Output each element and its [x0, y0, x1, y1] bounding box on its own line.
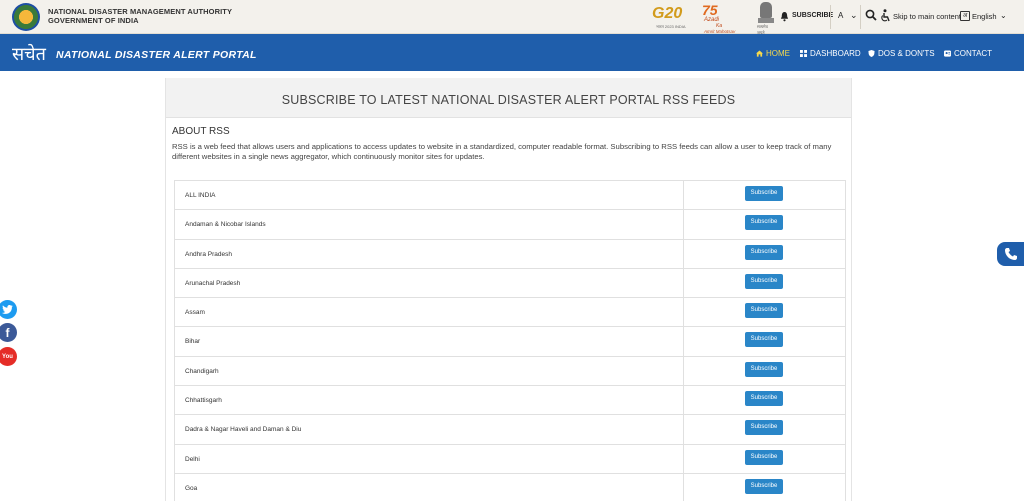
nav-dashboard-label: DASHBOARD	[810, 49, 861, 58]
column-divider	[683, 327, 684, 356]
table-row: Chhattisgarh Subscribe	[175, 386, 845, 416]
table-row: Goa Subscribe	[175, 473, 845, 501]
phone-icon	[1005, 248, 1017, 260]
subscribe-button[interactable]: Subscribe	[745, 186, 783, 201]
org-name-line1: NATIONAL DISASTER MANAGEMENT AUTHORITY	[48, 7, 233, 16]
nav-dashboard[interactable]: DASHBOARD	[800, 49, 861, 58]
ndma-logo[interactable]	[12, 3, 40, 31]
main-navbar: सचेत NATIONAL DISASTER ALERT PORTAL HOME…	[0, 34, 1024, 71]
grid-icon	[800, 50, 807, 57]
divider	[860, 5, 861, 29]
table-row: Arunachal Pradesh Subscribe	[175, 268, 845, 299]
azadi-number: 75	[702, 2, 718, 18]
feed-name: Goa	[185, 484, 198, 492]
nav-home-label: HOME	[766, 49, 790, 58]
feed-name: Arunachal Pradesh	[185, 279, 241, 287]
emblem-base	[758, 18, 774, 23]
main-content: SUBSCRIBE TO LATEST NATIONAL DISASTER AL…	[165, 78, 852, 501]
column-divider	[683, 415, 684, 444]
feed-name: Delhi	[185, 455, 200, 463]
shield-icon	[868, 50, 875, 57]
skip-to-main-content-link[interactable]: Skip to main content	[893, 12, 961, 21]
subscribe-button[interactable]: Subscribe	[745, 420, 783, 436]
subscribe-link[interactable]: SUBSCRIBE	[792, 12, 833, 19]
column-divider	[683, 239, 684, 268]
brand-hindi-logo[interactable]: सचेत	[12, 42, 46, 66]
feed-name: Assam	[185, 309, 205, 317]
facebook-icon[interactable]: f	[0, 323, 17, 342]
g20-subtext: भारत 2023 INDIA	[656, 24, 686, 29]
about-text: RSS is a web feed that allows users and …	[172, 142, 832, 161]
table-row: Dadra & Nagar Haveli and Daman & Diu Subs…	[175, 415, 845, 445]
font-size-toggle[interactable]: A	[838, 11, 843, 20]
subscribe-button[interactable]: Subscribe	[745, 244, 783, 260]
subscribe-button[interactable]: Subscribe	[745, 361, 783, 377]
azadi-text: Azadi Ka Amrit Mahotsav	[704, 17, 735, 35]
subscribe-button[interactable]: Subscribe	[745, 449, 783, 465]
table-row: Assam Subscribe	[175, 298, 845, 328]
brand-title[interactable]: NATIONAL DISASTER ALERT PORTAL	[56, 49, 257, 61]
contact-icon	[944, 50, 951, 57]
nav-dos-donts[interactable]: DOS & DON'TS	[868, 49, 935, 58]
org-name-line2: GOVERNMENT OF INDIA	[48, 16, 139, 25]
org-name[interactable]: NATIONAL DISASTER MANAGEMENT AUTHORITY G…	[48, 7, 232, 25]
twitter-bird-glyph	[2, 305, 13, 314]
column-divider	[683, 210, 684, 239]
home-icon	[756, 50, 763, 57]
about-heading: ABOUT RSS	[172, 126, 230, 137]
subscribe-button[interactable]: Subscribe	[745, 478, 783, 494]
feed-name: Bihar	[185, 338, 201, 346]
table-row: ALL INDIA Subscribe	[175, 181, 845, 211]
column-divider	[683, 356, 684, 386]
table-row: Chandigarh Subscribe	[175, 356, 845, 387]
subscribe-button[interactable]: Subscribe	[745, 303, 783, 319]
column-divider	[683, 444, 684, 473]
facebook-glyph: f	[5, 325, 10, 340]
nav-contact[interactable]: CONTACT	[944, 49, 992, 58]
twitter-icon[interactable]	[0, 300, 17, 319]
chevron-down-icon[interactable]: ⌄	[1000, 11, 1007, 20]
top-header: NATIONAL DISASTER MANAGEMENT AUTHORITY G…	[0, 0, 1024, 35]
nav-home[interactable]: HOME	[756, 49, 790, 58]
feed-name: Andhra Pradesh	[185, 250, 232, 258]
table-row: Andhra Pradesh Subscribe	[175, 239, 845, 269]
page-title-bar: SUBSCRIBE TO LATEST NATIONAL DISASTER AL…	[166, 78, 851, 118]
subscribe-button[interactable]: Subscribe	[745, 215, 783, 231]
column-divider	[683, 386, 684, 415]
helpline-phone-button[interactable]	[997, 242, 1024, 266]
subscribe-button[interactable]: Subscribe	[745, 273, 783, 289]
page-title: SUBSCRIBE TO LATEST NATIONAL DISASTER AL…	[281, 93, 736, 107]
column-divider	[683, 268, 684, 298]
table-row: Bihar Subscribe	[175, 327, 845, 357]
column-divider	[683, 298, 684, 327]
divider	[830, 5, 831, 29]
g20-text: G20	[652, 5, 683, 22]
rss-feed-table: ALL INDIA Subscribe Andaman & Nicobar Isla…	[174, 180, 846, 501]
accessibility-icon[interactable]	[880, 9, 891, 22]
feed-name: ALL INDIA	[185, 192, 216, 199]
bell-icon[interactable]	[780, 11, 789, 22]
nav-dos-donts-label: DOS & DON'TS	[878, 49, 935, 58]
feed-name: Chhattisgarh	[185, 397, 222, 405]
table-row: Andaman & Nicobar Islands Subscribe	[175, 210, 845, 240]
language-icon[interactable]: अ	[960, 11, 970, 21]
subscribe-button[interactable]: Subscribe	[745, 332, 783, 348]
column-divider	[683, 181, 684, 210]
feed-name: Andaman & Nicobar Islands	[185, 221, 266, 229]
feed-name: Dadra & Nagar Haveli and Daman & Diu	[185, 426, 302, 434]
g20-logo[interactable]: G20	[652, 5, 682, 23]
youtube-glyph: You	[2, 353, 13, 360]
national-emblem-icon[interactable]: सत्यमेव जयते	[757, 2, 775, 35]
azadi-ka-amrit-mahotsav-logo[interactable]: 75 Azadi Ka Amrit Mahotsav	[702, 2, 748, 35]
nav-contact-label: CONTACT	[954, 49, 993, 58]
youtube-icon[interactable]: You	[0, 347, 17, 366]
chevron-down-icon[interactable]: ⌄	[850, 10, 858, 21]
search-icon[interactable]	[865, 9, 877, 21]
feed-name: Chandigarh	[185, 367, 219, 375]
column-divider	[683, 473, 684, 501]
subscribe-button[interactable]: Subscribe	[745, 391, 783, 407]
table-row: Delhi Subscribe	[175, 444, 845, 474]
emblem-head	[760, 2, 772, 18]
language-select[interactable]: English	[972, 12, 997, 21]
